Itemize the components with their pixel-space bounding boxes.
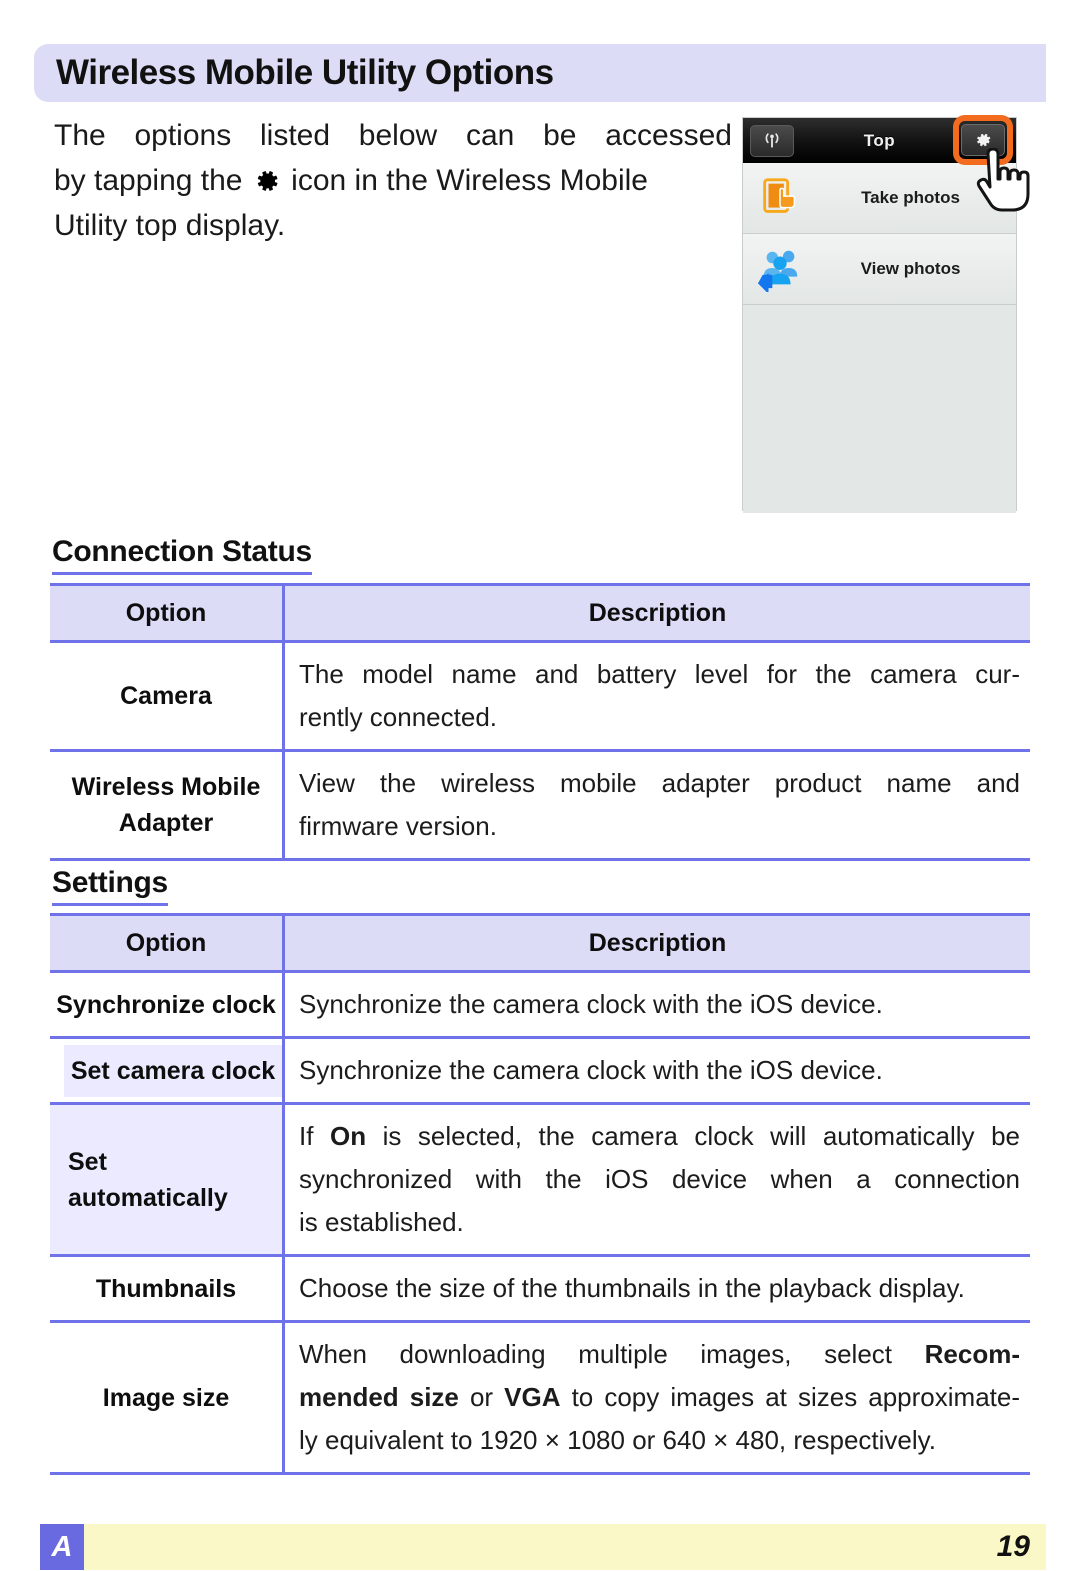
device-empty-area (743, 305, 1016, 513)
pointing-hand-cursor (976, 148, 1030, 212)
connection-status-table: Option Description Camera The model name… (50, 583, 1030, 861)
description-image-size: When downloading multiple images, select… (283, 1320, 1030, 1475)
section-heading-settings: Settings (52, 866, 168, 906)
description-thumbnails: Choose the size of the thumbnails in the… (283, 1254, 1030, 1323)
page-number: 19 (996, 1530, 1030, 1563)
description-synchronize-clock: Synchronize the camera clock with the iO… (283, 970, 1030, 1039)
desc-line: synchronized with the iOS device when a … (299, 1164, 1020, 1194)
desc-line: Choose the size of the thumbnails in the… (299, 1273, 965, 1303)
page-title: Wireless Mobile Utility Options (56, 53, 554, 92)
gear-icon (254, 162, 280, 191)
column-header-description: Description (283, 913, 1030, 973)
option-label-image-size: Image size (50, 1320, 285, 1475)
intro-line-3: Utility top display. (54, 209, 286, 242)
page-footer: A 19 (40, 1524, 1046, 1570)
option-line: automatically (68, 1183, 228, 1212)
desc-line: View the wireless mobile adapter product… (299, 768, 1020, 798)
table-header-row: Option Description (50, 583, 1030, 643)
option-label-wireless-mobile-adapter: Wireless Mobile Adapter (50, 749, 285, 861)
description-camera: The model name and battery level for the… (283, 640, 1030, 752)
wifi-antenna-icon[interactable] (750, 124, 794, 157)
intro-line-1: The options listed below can be accessed (54, 119, 732, 152)
column-header-option: Option (50, 913, 285, 973)
desc-line: is established. (299, 1207, 464, 1237)
page-header-banner: Wireless Mobile Utility Options (34, 44, 1046, 102)
table-header-row: Option Description (50, 913, 1030, 973)
column-header-description: Description (283, 583, 1030, 643)
table-row: Wireless Mobile Adapter View the wireles… (50, 749, 1030, 861)
settings-table: Option Description Synchronize clock Syn… (50, 913, 1030, 1475)
device-menu-item-view-photos[interactable]: View photos (743, 234, 1016, 305)
device-screenshot: Top Take photos View photos (742, 115, 1030, 513)
desc-line: firmware version. (299, 811, 497, 841)
option-label-set-camera-clock: Set camera clock (50, 1036, 285, 1105)
desc-line: If On is selected, the camera clock will… (299, 1121, 1021, 1151)
table-row: Set camera clock Synchronize the camera … (50, 1036, 1030, 1105)
description-wireless-mobile-adapter: View the wireless mobile adapter product… (283, 749, 1030, 861)
option-line: Set (68, 1147, 107, 1176)
option-label-synchronize-clock: Synchronize clock (50, 970, 285, 1039)
option-line: Wireless Mobile (71, 773, 261, 801)
section-heading-connection-status: Connection Status (52, 535, 312, 575)
desc-line: When downloading multiple images, select… (299, 1339, 1020, 1369)
desc-line: ly equivalent to 1920 × 1080 or 640 × 48… (299, 1425, 936, 1455)
desc-line: Synchronize the camera clock with the iO… (299, 1055, 883, 1085)
table-row: Image size When downloading multiple ima… (50, 1320, 1030, 1475)
desc-line: Synchronize the camera clock with the iO… (299, 989, 883, 1019)
footer-badge: A (40, 1524, 84, 1570)
option-label-camera: Camera (50, 640, 285, 752)
desc-line: mended size or VGA to copy images at siz… (299, 1382, 1020, 1412)
desc-line: The model name and battery level for the… (299, 659, 1020, 689)
table-row: Synchronize clock Synchronize the camera… (50, 970, 1030, 1039)
option-sub-label: Set camera clock (64, 1044, 282, 1097)
option-label-thumbnails: Thumbnails (50, 1254, 285, 1323)
phone-tap-icon (743, 175, 817, 221)
device-menu-label: View photos (860, 259, 961, 278)
intro-line-2-after: icon in the Wireless Mobile (291, 164, 648, 197)
option-label-set-automatically: Set automatically (50, 1102, 285, 1257)
intro-paragraph: The options listed below can be accessed… (54, 113, 732, 248)
description-set-automatically: If On is selected, the camera clock will… (283, 1102, 1030, 1257)
option-line: Adapter (118, 809, 214, 837)
table-row: Set automatically If On is selected, the… (50, 1102, 1030, 1257)
description-set-camera-clock: Synchronize the camera clock with the iO… (283, 1036, 1030, 1105)
people-group-icon (743, 246, 817, 292)
table-row: Camera The model name and battery level … (50, 640, 1030, 752)
column-header-option: Option (50, 583, 285, 643)
table-row: Thumbnails Choose the size of the thumbn… (50, 1254, 1030, 1323)
desc-line: rently connected. (299, 702, 498, 732)
intro-line-2-before: by tapping the (54, 164, 243, 197)
